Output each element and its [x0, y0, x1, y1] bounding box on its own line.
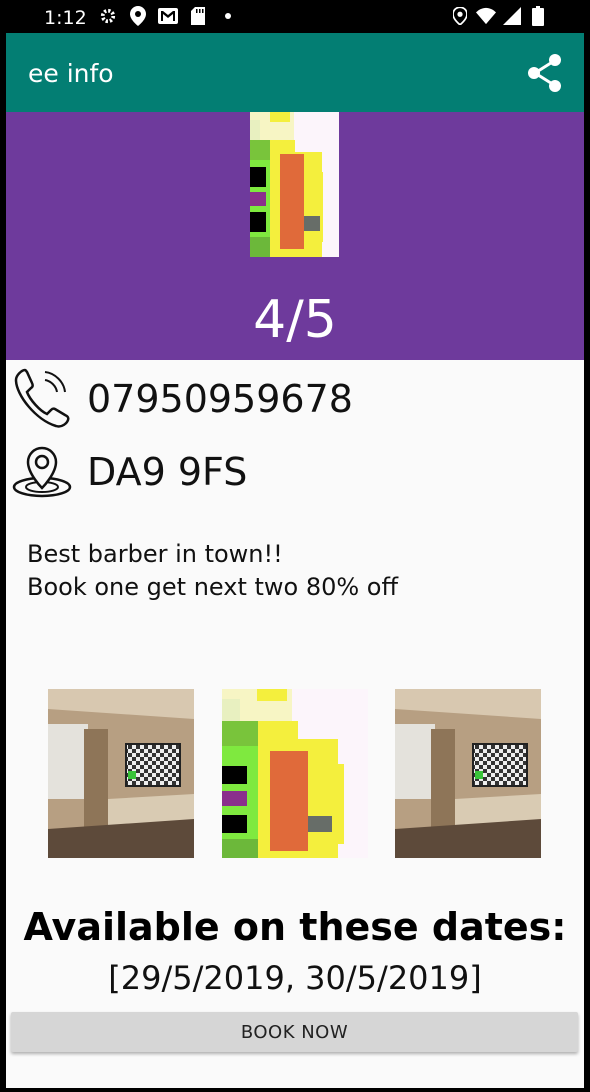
status-time: 1:12 [44, 7, 87, 29]
status-icons-right [450, 6, 548, 26]
postcode: DA9 9FS [87, 450, 248, 494]
app-title: ee info [28, 59, 114, 88]
book-now-button[interactable]: BOOK NOW [11, 1012, 578, 1052]
location-icon [128, 6, 148, 26]
rating-text: 4/5 [253, 290, 337, 350]
availability-title: Available on these dates: [23, 905, 567, 949]
location-icon [450, 6, 470, 26]
pixel-art-image[interactable] [222, 689, 368, 858]
app-frame: ee info 4/5 07950959678 DA9 9FS Best bar… [6, 33, 584, 1088]
hero-banner: 4/5 [6, 112, 584, 360]
app-bar: ee info [6, 33, 584, 112]
wifi-icon [476, 6, 496, 26]
phone-number: 07950959678 [87, 377, 353, 421]
signal-icon [502, 6, 522, 26]
description-line-1: Best barber in town!! [27, 540, 283, 568]
share-icon[interactable] [524, 52, 566, 94]
status-bar: 1:12 [0, 0, 590, 33]
dot-icon [218, 6, 238, 26]
battery-icon [528, 6, 548, 26]
description: Best barber in town!! Book one get next … [27, 538, 398, 604]
map-pin-icon [11, 440, 73, 502]
pixel-art-image [250, 112, 339, 257]
description-line-2: Book one get next two 80% off [27, 573, 399, 601]
phone-icon [11, 367, 73, 429]
availability-dates: [29/5/2019, 30/5/2019] [108, 959, 482, 997]
status-icons-left [98, 6, 238, 26]
phone-row[interactable]: 07950959678 [6, 367, 584, 437]
gmail-icon [158, 6, 178, 26]
room-photo[interactable] [48, 689, 194, 858]
gear-icon [98, 6, 118, 26]
sd-card-icon [188, 6, 208, 26]
location-row[interactable]: DA9 9FS [6, 440, 584, 510]
room-photo[interactable] [395, 689, 541, 858]
